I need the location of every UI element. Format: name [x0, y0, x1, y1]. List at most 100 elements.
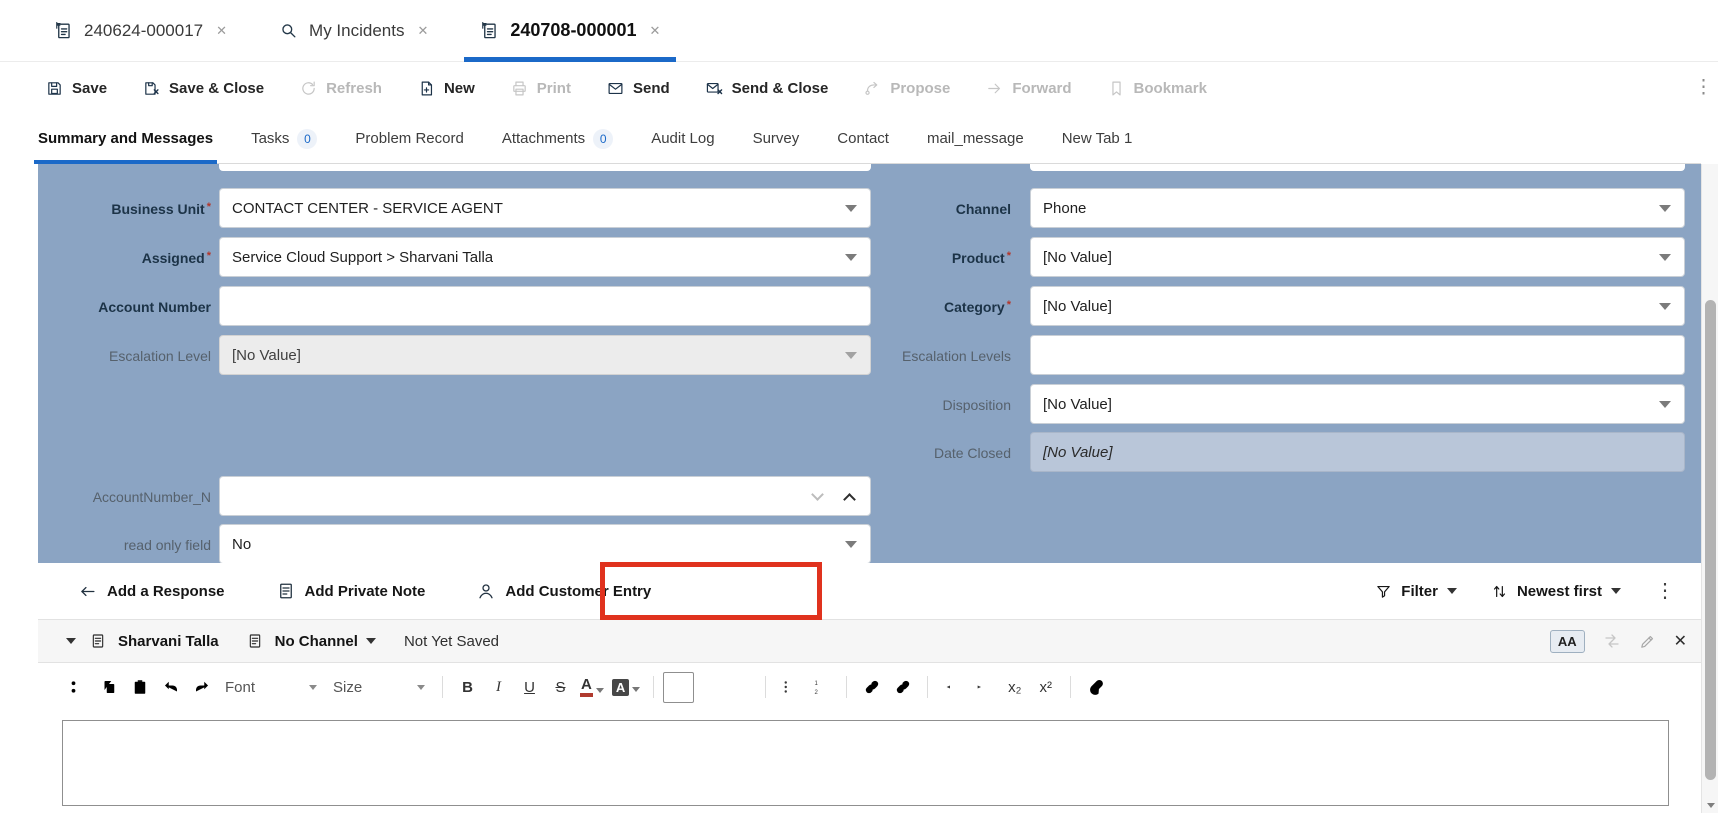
window-tab-my-incidents[interactable]: My Incidents ✕: [263, 0, 444, 61]
propose-icon: [864, 80, 881, 97]
underline-button[interactable]: U: [514, 672, 545, 703]
collapse-entry-icon[interactable]: [66, 638, 76, 644]
forward-button[interactable]: Forward: [986, 80, 1072, 97]
close-tab-icon[interactable]: ✕: [650, 23, 661, 39]
escalation-levels-input[interactable]: [1030, 335, 1685, 375]
accountnumber-n-combo[interactable]: [219, 476, 871, 516]
chevron-down-icon[interactable]: [811, 488, 824, 501]
filter-label: Filter: [1401, 582, 1438, 600]
text-color-icon: A: [580, 676, 593, 698]
link-icon[interactable]: [856, 672, 887, 703]
numbered-list-icon[interactable]: 12: [806, 672, 837, 703]
close-entry-icon[interactable]: ✕: [1674, 631, 1687, 651]
font-size-dropdown[interactable]: Size: [333, 679, 425, 696]
read-only-field-select[interactable]: No: [219, 524, 871, 564]
send-and-close-label: Send & Close: [731, 79, 829, 97]
chevron-down-icon[interactable]: [365, 638, 376, 644]
bold-button[interactable]: B: [452, 672, 483, 703]
add-a-response-button[interactable]: Add a Response: [78, 582, 225, 601]
add-private-note-button[interactable]: Add Private Note: [277, 582, 425, 600]
escalation-levels-label: Escalation Levels: [902, 348, 1011, 364]
translate-icon[interactable]: [1603, 632, 1621, 650]
forward-icon: [986, 80, 1003, 97]
align-right-icon[interactable]: [725, 672, 756, 703]
message-overflow-icon[interactable]: ⋮: [1655, 581, 1675, 601]
account-number-label: Account Number: [98, 299, 211, 315]
filter-control[interactable]: Filter: [1375, 583, 1457, 600]
new-button[interactable]: New: [418, 80, 475, 97]
strikethrough-button[interactable]: S: [545, 672, 576, 703]
scrollbar-thumb[interactable]: [1705, 300, 1716, 780]
scrollbar-down-button[interactable]: [1702, 797, 1718, 813]
subscript-button[interactable]: x₂: [999, 672, 1030, 703]
required-marker: *: [1006, 250, 1011, 262]
text-color-button[interactable]: A: [580, 676, 604, 698]
required-marker: *: [206, 201, 211, 213]
bookmark-button[interactable]: Bookmark: [1108, 80, 1207, 97]
close-tab-icon[interactable]: ✕: [216, 23, 227, 39]
outdent-icon[interactable]: [937, 672, 968, 703]
close-tab-icon[interactable]: ✕: [417, 23, 428, 39]
save-button[interactable]: Save: [46, 80, 107, 97]
tab-new-tab-1[interactable]: New Tab 1: [1062, 114, 1133, 163]
product-select[interactable]: [No Value]: [1030, 237, 1685, 277]
tab-problem-record[interactable]: Problem Record: [355, 114, 463, 163]
font-size-toggle-button[interactable]: AA: [1549, 629, 1585, 653]
undo-icon[interactable]: [155, 672, 186, 703]
attachment-icon[interactable]: [1080, 672, 1111, 703]
toolbar-overflow-icon[interactable]: ⋮: [1694, 78, 1713, 97]
refresh-icon: [300, 80, 317, 97]
redo-icon[interactable]: [186, 672, 217, 703]
tab-contact[interactable]: Contact: [837, 114, 889, 163]
unlink-icon[interactable]: [887, 672, 918, 703]
tab-attachments[interactable]: Attachments 0: [502, 114, 614, 163]
cut-icon[interactable]: [62, 672, 93, 703]
fill-color-button[interactable]: A: [611, 678, 641, 696]
align-left-icon[interactable]: [663, 671, 695, 703]
send-button[interactable]: Send: [607, 80, 670, 97]
refresh-button[interactable]: Refresh: [300, 80, 382, 97]
toolbar-divider: [765, 676, 767, 698]
window-tab-incident-240624[interactable]: 240624-000017 ✕: [38, 0, 243, 61]
chevron-down-icon: [417, 684, 425, 690]
chevron-down-icon: [1446, 588, 1457, 594]
toolbar-divider: [653, 676, 655, 698]
pencil-icon[interactable]: [1639, 633, 1656, 650]
channel-select[interactable]: Phone: [1030, 188, 1685, 228]
category-label: Category *: [944, 299, 1011, 315]
chevron-down-icon: [1706, 802, 1715, 808]
propose-button[interactable]: Propose: [864, 80, 950, 97]
indent-icon[interactable]: [968, 672, 999, 703]
read-only-field-label: read only field: [123, 537, 211, 553]
tab-survey[interactable]: Survey: [753, 114, 800, 163]
person-icon: [477, 582, 495, 600]
paste-icon[interactable]: [124, 672, 155, 703]
italic-button[interactable]: I: [483, 672, 514, 703]
category-select[interactable]: [No Value]: [1030, 286, 1685, 326]
align-center-icon[interactable]: [694, 672, 725, 703]
entry-channel-select[interactable]: No Channel: [275, 633, 358, 650]
tab-mail-message[interactable]: mail_message: [927, 114, 1024, 163]
tab-label: Summary and Messages: [38, 130, 214, 147]
fill-color-icon: A: [611, 678, 630, 696]
incident-icon: [54, 21, 73, 40]
superscript-button[interactable]: x²: [1030, 672, 1061, 703]
save-and-close-button[interactable]: Save & Close: [143, 80, 264, 97]
tab-tasks[interactable]: Tasks 0: [251, 114, 318, 163]
disposition-select[interactable]: [No Value]: [1030, 384, 1685, 424]
font-family-dropdown[interactable]: Font: [225, 679, 317, 696]
copy-icon[interactable]: [93, 672, 124, 703]
message-body-textarea[interactable]: [62, 720, 1669, 806]
bullet-list-icon[interactable]: [775, 672, 806, 703]
window-tab-incident-240708[interactable]: 240708-000001 ✕: [464, 0, 677, 62]
document-icon: [247, 633, 263, 649]
tab-summary-and-messages[interactable]: Summary and Messages: [33, 114, 218, 164]
sort-control[interactable]: Newest first: [1491, 583, 1621, 600]
print-button[interactable]: Print: [511, 80, 571, 97]
sort-icon: [1491, 583, 1508, 600]
tab-audit-log[interactable]: Audit Log: [651, 114, 714, 163]
send-and-close-button[interactable]: Send & Close: [706, 79, 829, 97]
chevron-up-icon[interactable]: [843, 493, 856, 506]
entry-author: Sharvani Talla: [118, 632, 219, 650]
vertical-scrollbar[interactable]: [1701, 164, 1718, 813]
